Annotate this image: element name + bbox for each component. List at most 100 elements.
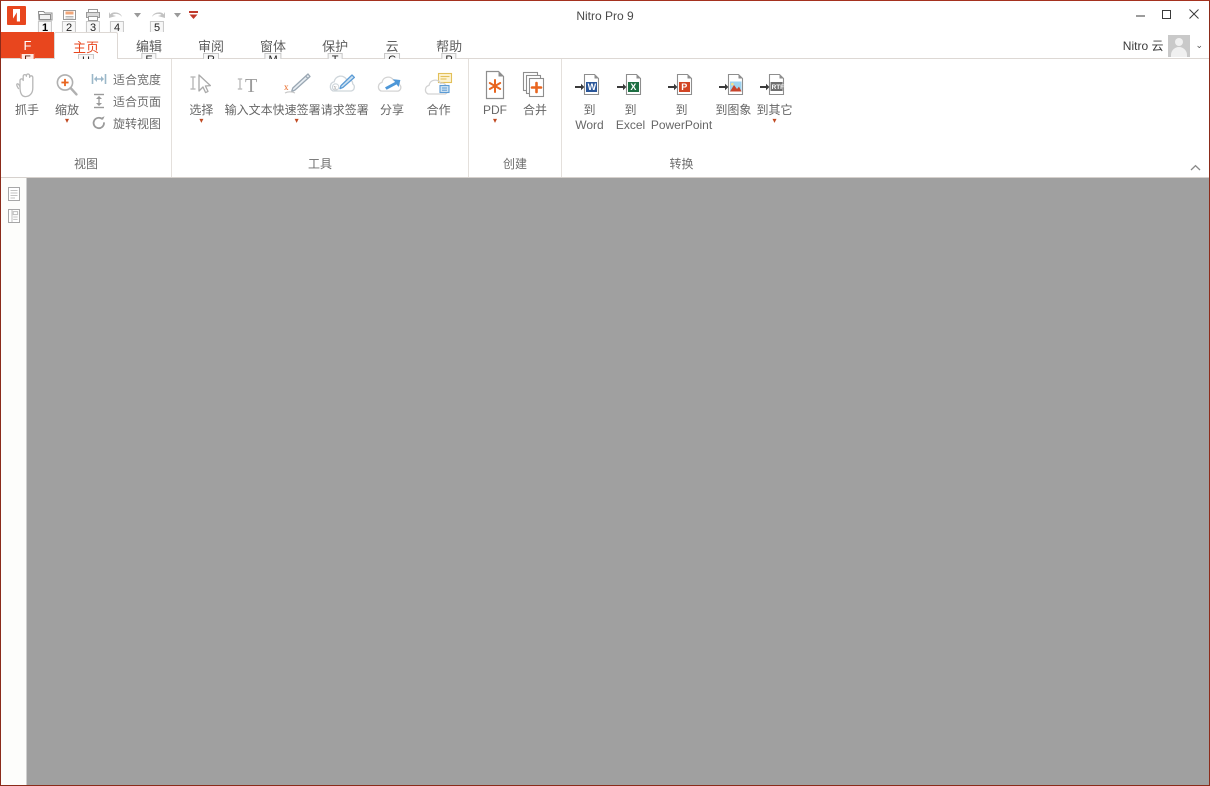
- svg-text:x: x: [333, 84, 337, 92]
- print-icon[interactable]: 3: [82, 5, 104, 35]
- chevron-down-icon[interactable]: ▾: [199, 117, 203, 125]
- fit-width-button[interactable]: 适合宽度: [87, 68, 165, 90]
- to-excel-label: 到: [624, 103, 637, 117]
- hand-tool-button[interactable]: 抓手: [7, 65, 47, 117]
- tab-home-label: 主页: [73, 39, 100, 55]
- rotate-view-icon: [91, 115, 108, 132]
- tab-home[interactable]: 主页 H: [54, 32, 119, 68]
- tab-review[interactable]: 审阅 R: [180, 32, 242, 67]
- fit-width-label: 适合宽度: [112, 72, 161, 87]
- to-powerpoint-label: 到: [675, 103, 688, 117]
- chevron-down-icon[interactable]: ⌄: [1195, 40, 1203, 51]
- to-word-button[interactable]: W 到 Word: [568, 65, 611, 132]
- undo-dropdown-icon[interactable]: [130, 5, 144, 25]
- hand-icon: [14, 68, 40, 102]
- maximize-button[interactable]: [1153, 1, 1179, 27]
- collaborate-icon: [422, 68, 456, 102]
- to-powerpoint-button[interactable]: P 到 PowerPoint: [650, 65, 713, 132]
- collaborate-label: 合作: [426, 103, 451, 117]
- chevron-down-icon[interactable]: ▾: [295, 117, 299, 125]
- svg-text:P: P: [681, 82, 687, 92]
- to-other-icon: RTF: [759, 68, 789, 102]
- quick-sign-icon: x: [281, 68, 313, 102]
- share-label: 分享: [380, 103, 405, 117]
- request-sign-icon: x: [328, 68, 362, 102]
- minimize-button[interactable]: [1127, 1, 1153, 27]
- type-text-label: 输入文本: [224, 103, 273, 117]
- collaborate-button[interactable]: 合作: [415, 65, 462, 117]
- share-button[interactable]: 分享: [369, 65, 416, 117]
- document-view[interactable]: [27, 178, 1209, 785]
- account-label: Nitro 云: [1122, 39, 1164, 53]
- chevron-down-icon[interactable]: ▾: [772, 117, 776, 125]
- navigation-pane: [1, 178, 27, 785]
- svg-text:X: X: [630, 82, 636, 92]
- to-word-icon: W: [574, 68, 604, 102]
- ribbon-group-view: 抓手 缩放 ▾ 适合宽度 适合页面 旋转视图 视图: [1, 59, 171, 177]
- ribbon-group-view-label: 视图: [73, 157, 98, 171]
- pages-thumbnail-icon[interactable]: [5, 184, 23, 203]
- to-excel-icon: X: [616, 68, 646, 102]
- to-word-label: 到: [583, 103, 596, 117]
- svg-text:W: W: [588, 82, 597, 92]
- tab-cloud-label: 云: [385, 38, 399, 54]
- to-excel-button[interactable]: X 到 Excel: [611, 65, 650, 132]
- ribbon: 抓手 缩放 ▾ 适合宽度 适合页面 旋转视图 视图 选择 ▾ T 输入文本 x …: [1, 59, 1209, 178]
- rotate-view-button[interactable]: 旋转视图: [87, 112, 165, 134]
- to-image-button[interactable]: 到图象: [713, 65, 754, 117]
- redo-dropdown-icon[interactable]: [170, 5, 184, 25]
- redo-icon[interactable]: 5: [146, 5, 168, 35]
- tab-protect[interactable]: 保护 T: [304, 32, 366, 67]
- title-bar: 1 2 3 4 5 Nitro Pro 9: [1, 1, 1209, 35]
- merge-button[interactable]: 合并: [515, 65, 555, 117]
- nitro-pro-window: 1 2 3 4 5 Nitro Pro 9 F 主页 编辑 审阅 窗体 保护 云…: [0, 0, 1210, 786]
- merge-icon: [520, 68, 550, 102]
- tab-cloud[interactable]: 云 C: [366, 32, 418, 67]
- fit-page-button[interactable]: 适合页面: [87, 90, 165, 112]
- request-sign-button[interactable]: x 请求签署: [321, 65, 369, 117]
- nitro-logo[interactable]: [7, 5, 26, 25]
- chevron-down-icon[interactable]: ▾: [65, 117, 69, 125]
- share-icon: [375, 68, 409, 102]
- ribbon-group-tools: 选择 ▾ T 输入文本 x 快速签署 ▾ x 请求签署 分享 合作 工具: [171, 59, 468, 177]
- save-icon[interactable]: 2: [58, 5, 80, 35]
- svg-text:x: x: [284, 82, 289, 92]
- collapse-ribbon-button[interactable]: [1187, 161, 1203, 175]
- zoom-in-icon: [53, 68, 81, 102]
- tab-file-label: F: [23, 37, 32, 53]
- view-small-buttons: 适合宽度 适合页面 旋转视图: [87, 65, 165, 134]
- select-tool-button[interactable]: 选择 ▾: [178, 65, 225, 125]
- to-word-label-2: Word: [575, 118, 604, 132]
- to-other-button[interactable]: RTF 到其它 ▾: [754, 65, 795, 125]
- undo-icon[interactable]: 4: [106, 5, 128, 35]
- request-sign-label: 请求签署: [320, 103, 369, 117]
- to-powerpoint-label-2: PowerPoint: [650, 118, 713, 132]
- account-area[interactable]: Nitro 云 ⌄: [1123, 32, 1203, 59]
- create-pdf-icon: [481, 68, 509, 102]
- tab-edit[interactable]: 编辑 E: [118, 32, 180, 67]
- quick-sign-button[interactable]: x 快速签署 ▾: [273, 65, 321, 125]
- fit-page-label: 适合页面: [112, 94, 161, 109]
- tab-help[interactable]: 帮助 P: [418, 32, 480, 67]
- ribbon-tabs: 主页 H 编辑 E 审阅 R 窗体 M 保护 T 云 C: [54, 32, 480, 68]
- zoom-tool-button[interactable]: 缩放 ▾: [47, 65, 87, 125]
- tab-protect-label: 保护: [322, 38, 349, 54]
- type-text-button[interactable]: T 输入文本: [225, 65, 273, 117]
- window-controls: [1127, 1, 1209, 27]
- ribbon-group-create: PDF ▾ 合并 创建: [468, 59, 561, 177]
- bookmarks-icon[interactable]: [5, 206, 23, 225]
- tab-file[interactable]: F F: [1, 32, 54, 67]
- close-button[interactable]: [1179, 1, 1209, 27]
- to-excel-label-2: Excel: [615, 118, 646, 132]
- chevron-down-icon[interactable]: ▾: [493, 117, 497, 125]
- ribbon-tab-bar: F F 主页 H 编辑 E 审阅 R 窗体 M 保护 T: [1, 32, 1209, 68]
- tab-forms[interactable]: 窗体 M: [242, 32, 304, 67]
- ribbon-group-tools-label: 工具: [307, 157, 332, 171]
- avatar[interactable]: [1168, 34, 1191, 57]
- open-icon[interactable]: 1: [34, 5, 56, 35]
- svg-text:RTF: RTF: [772, 84, 785, 91]
- rotate-view-label: 旋转视图: [112, 116, 161, 131]
- to-image-icon: [718, 68, 748, 102]
- customize-quick-access-icon[interactable]: [186, 5, 200, 25]
- create-pdf-button[interactable]: PDF ▾: [475, 65, 515, 125]
